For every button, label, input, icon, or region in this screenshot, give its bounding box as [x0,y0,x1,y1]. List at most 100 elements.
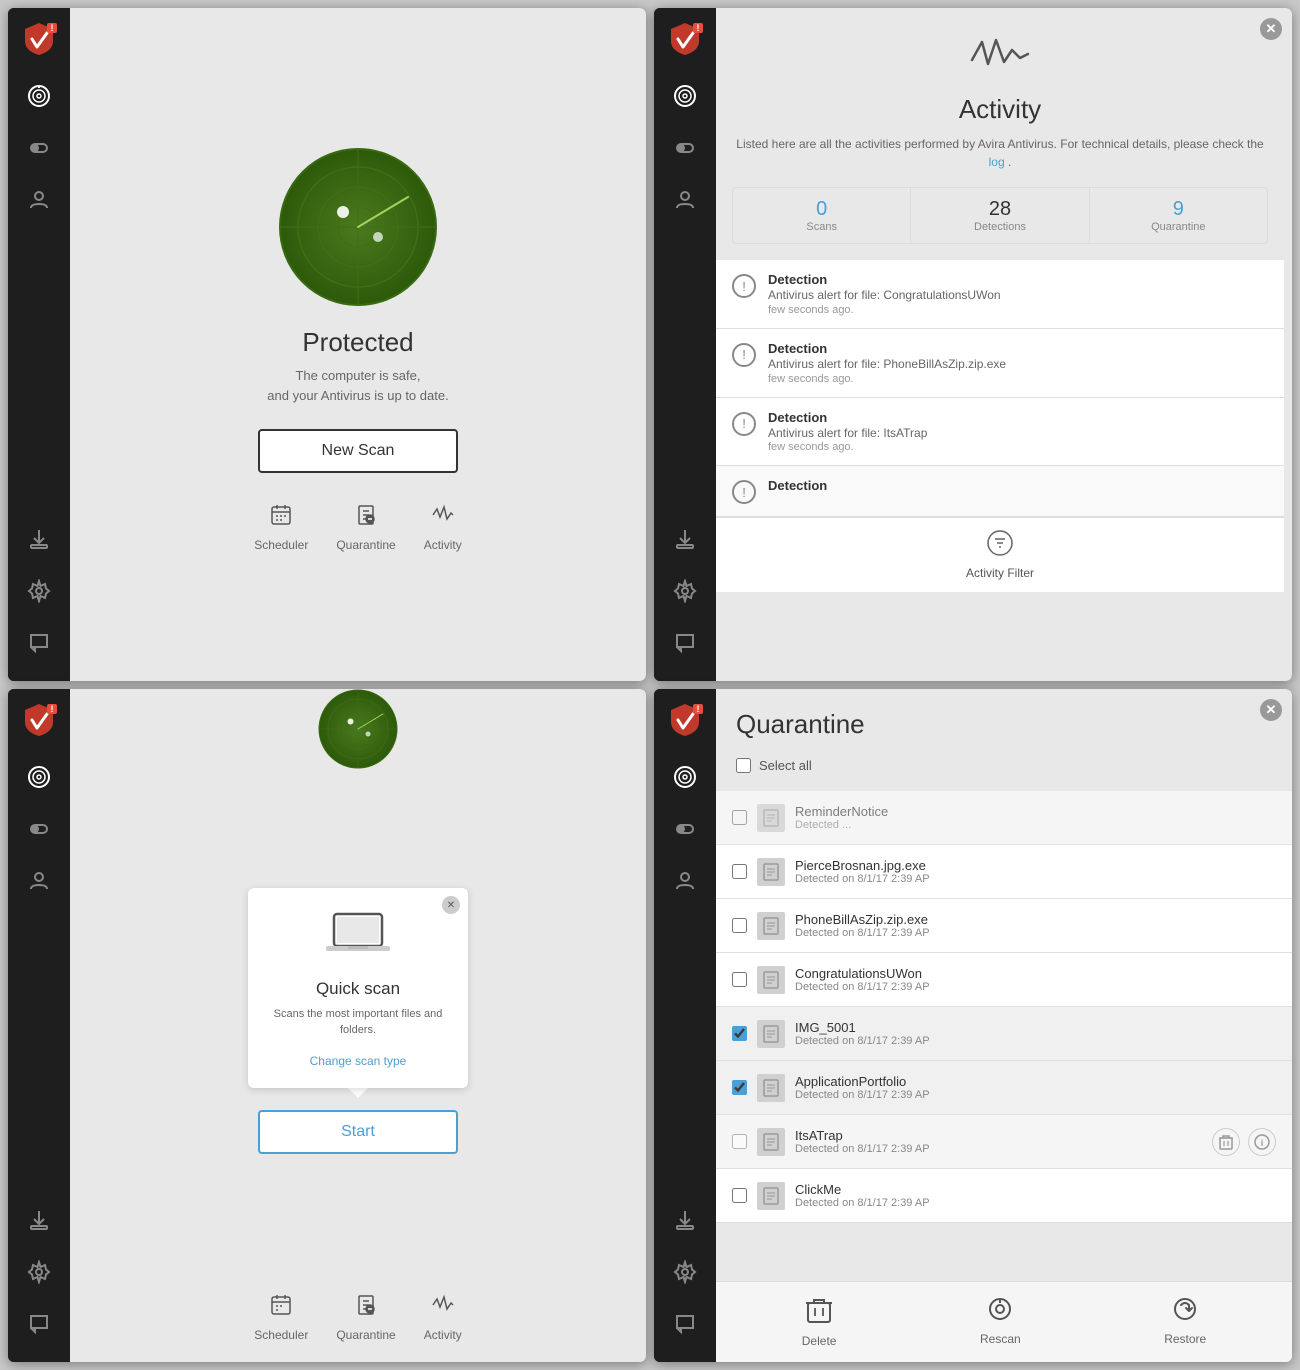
card-pointer [348,1088,368,1098]
sidebar-item-messages-4[interactable] [654,1298,716,1350]
quick-scan-description: Scans the most important files and folde… [268,1007,448,1038]
detection-title-2: Detection [768,410,1268,425]
stat-scans[interactable]: 0 Scans [733,188,911,243]
laptop-icon [326,908,390,969]
nav-item-quarantine-1[interactable]: Quarantine [336,503,395,552]
q-checkbox-3[interactable] [732,972,747,987]
q-item-text-2: PhoneBillAsZip.zip.exe Detected on 8/1/1… [795,912,1276,939]
sidebar-item-download-4[interactable] [654,1194,716,1246]
select-all-checkbox[interactable] [736,758,751,773]
restore-action[interactable]: Restore [1164,1296,1206,1348]
new-scan-button[interactable]: New Scan [258,429,458,473]
logo-2: ! [654,8,716,70]
quarantine-label: Quarantine [1151,221,1205,233]
sidebar-item-protection-4[interactable] [654,803,716,855]
sidebar-item-settings-4[interactable] [654,1246,716,1298]
sidebar-item-account-2[interactable] [654,174,716,226]
sidebar-item-scanner-2[interactable] [654,70,716,122]
q-checkbox-1[interactable] [732,864,747,879]
close-button-quarantine[interactable]: ✕ [1260,699,1282,721]
sidebar-item-messages-3[interactable] [8,1298,70,1350]
scans-label: Scans [806,221,837,233]
detections-label: Detections [974,221,1026,233]
select-all-label[interactable]: Select all [759,758,812,773]
sidebar-item-download-3[interactable] [8,1194,70,1246]
nav-item-scheduler-1[interactable]: Scheduler [254,503,308,552]
q-checkbox-7[interactable] [732,1188,747,1203]
stat-quarantine[interactable]: 9 Quarantine [1090,188,1267,243]
delete-action[interactable]: Delete [802,1296,837,1348]
sidebar-item-messages[interactable] [8,617,70,669]
activity-stats: 0 Scans 28 Detections 9 Quarantine [732,187,1268,244]
sidebar-item-download[interactable] [8,513,70,565]
quarantine-item-3: CongratulationsUWon Detected on 8/1/17 2… [716,953,1292,1007]
sidebar-item-download-2[interactable] [654,513,716,565]
sidebar-item-scanner[interactable] [8,70,70,122]
change-scan-type-link[interactable]: Change scan type [310,1054,407,1068]
svg-text:!: ! [697,23,700,33]
detection-body-2: Antivirus alert for file: ItsATrap [768,425,1268,442]
q-item-name-7: ClickMe [795,1182,1276,1197]
sidebar-item-account-3[interactable] [8,855,70,907]
sidebar-item-settings-3[interactable] [8,1246,70,1298]
q-checkbox-0[interactable] [732,810,747,825]
nav-item-scheduler-3[interactable]: Scheduler [254,1293,308,1342]
activity-label-1: Activity [424,538,462,552]
svg-text:!: ! [697,704,700,714]
quarantine-icon-1 [354,503,378,533]
q-checkbox-5[interactable] [732,1080,747,1095]
q-checkbox-6[interactable] [732,1134,747,1149]
rescan-action[interactable]: Rescan [980,1296,1021,1348]
stat-detections[interactable]: 28 Detections [911,188,1089,243]
sidebar-item-scanner-3[interactable] [8,751,70,803]
sidebar-item-settings[interactable] [8,565,70,617]
scheduler-label-3: Scheduler [254,1328,308,1342]
nav-item-activity-3[interactable]: Activity [424,1293,462,1342]
q-checkbox-4[interactable] [732,1026,747,1041]
activity-icon-3 [431,1293,455,1323]
close-button-scan-card[interactable]: ✕ [442,896,460,914]
panel-quarantine: ! ✕ Quarantine [654,689,1292,1362]
q-info-btn-6[interactable]: i [1248,1128,1276,1156]
detections-count: 28 [989,198,1011,221]
q-delete-btn-6[interactable] [1212,1128,1240,1156]
detection-body-0: Antivirus alert for file: Congratulation… [768,287,1268,304]
start-button[interactable]: Start [258,1110,458,1154]
quarantine-item-6: ItsATrap Detected on 8/1/17 2:39 AP i [716,1115,1292,1169]
sidebar-item-account-4[interactable] [654,855,716,907]
nav-item-quarantine-3[interactable]: Quarantine [336,1293,395,1342]
quarantine-label-3: Quarantine [336,1328,395,1342]
sidebar-item-protection[interactable] [8,122,70,174]
quarantine-item-4: IMG_5001 Detected on 8/1/17 2:39 AP [716,1007,1292,1061]
main-content-activity: ✕ Activity Listed here are all the activ… [716,8,1292,681]
activity-filter-bar[interactable]: Activity Filter [716,517,1284,592]
q-item-date-7: Detected on 8/1/17 2:39 AP [795,1197,1276,1209]
q-item-date-4: Detected on 8/1/17 2:39 AP [795,1035,1276,1047]
q-file-icon-4 [757,1020,785,1048]
activity-log-link[interactable]: log [989,155,1005,169]
panel-quick-scan: ! [8,689,646,1362]
sidebar-item-protection-2[interactable] [654,122,716,174]
q-item-date-5: Detected on 8/1/17 2:39 AP [795,1089,1276,1101]
activity-title: Activity [959,94,1041,125]
quarantine-item-2: PhoneBillAsZip.zip.exe Detected on 8/1/1… [716,899,1292,953]
q-item-actions-6: i [1212,1128,1276,1156]
sidebar-item-messages-2[interactable] [654,617,716,669]
sidebar-item-protection-3[interactable] [8,803,70,855]
close-button-activity[interactable]: ✕ [1260,18,1282,40]
detection-body-1: Antivirus alert for file: PhoneBillAsZip… [768,356,1268,373]
scheduler-label-1: Scheduler [254,538,308,552]
quarantine-count: 9 [1173,198,1184,221]
q-checkbox-2[interactable] [732,918,747,933]
sidebar-item-settings-2[interactable] [654,565,716,617]
q-item-text-4: IMG_5001 Detected on 8/1/17 2:39 AP [795,1020,1276,1047]
nav-item-activity-1[interactable]: Activity [424,503,462,552]
q-item-name-3: CongratulationsUWon [795,966,1276,981]
detection-item-0: ! Detection Antivirus alert for file: Co… [716,260,1284,329]
sidebar-item-account[interactable] [8,174,70,226]
detection-text-0: Detection Antivirus alert for file: Cong… [768,272,1268,316]
q-item-text-1: PierceBrosnan.jpg.exe Detected on 8/1/17… [795,858,1276,885]
q-item-name-2: PhoneBillAsZip.zip.exe [795,912,1276,927]
sidebar-item-scanner-4[interactable] [654,751,716,803]
q-file-icon-6 [757,1128,785,1156]
